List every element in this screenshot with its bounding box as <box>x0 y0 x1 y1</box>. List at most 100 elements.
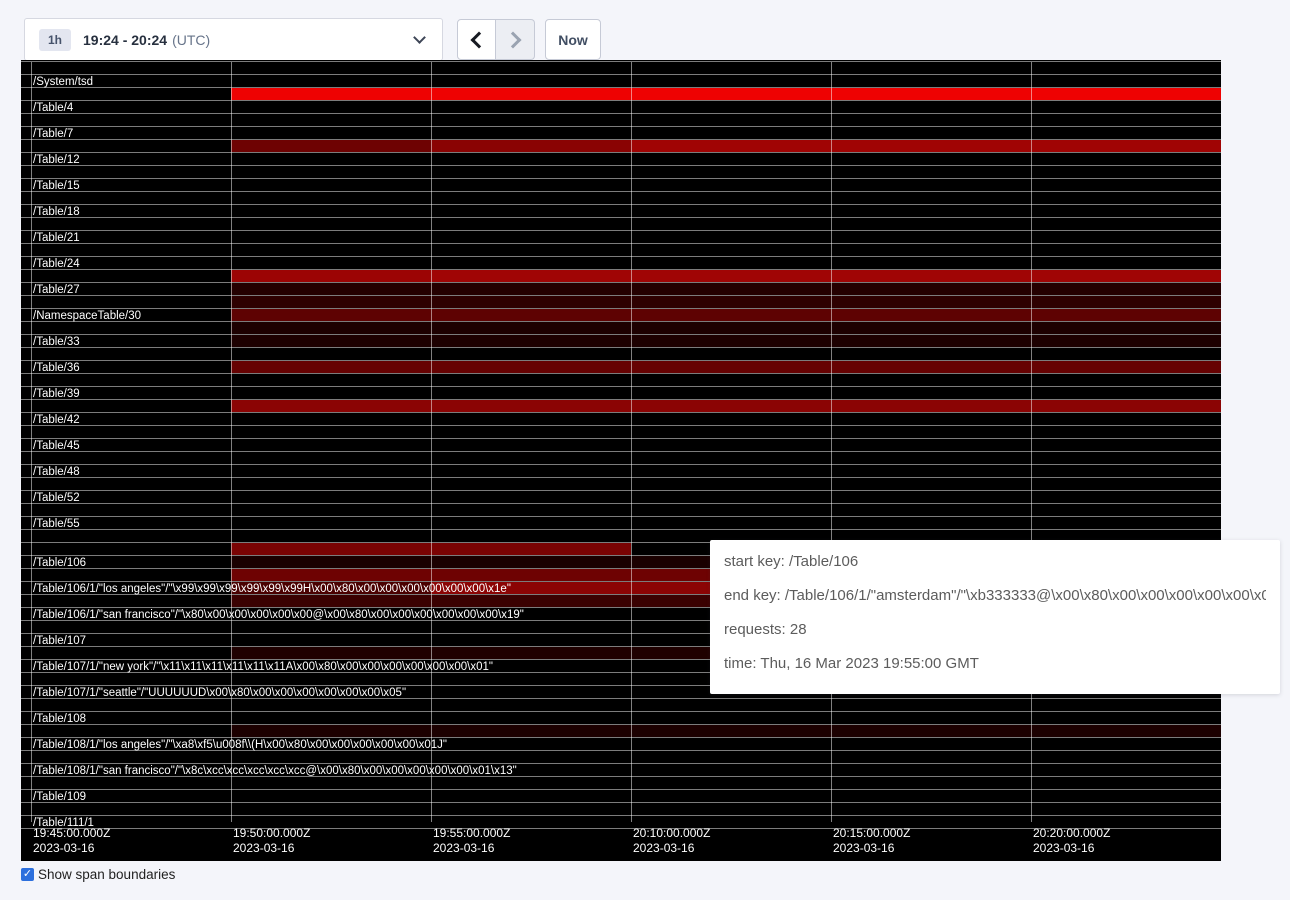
heatmap-row[interactable]: /Table/108 <box>21 712 1221 725</box>
heatmap-cell[interactable] <box>631 725 831 737</box>
heatmap-row[interactable]: /Table/21 <box>21 231 1221 244</box>
heatmap-cell[interactable] <box>1031 335 1221 347</box>
heatmap-cell[interactable] <box>1031 283 1221 295</box>
heatmap-cell[interactable] <box>231 556 431 568</box>
heatmap-row[interactable]: /Table/27 <box>21 283 1221 296</box>
heatmap-cell[interactable] <box>231 283 431 295</box>
heatmap-cell[interactable] <box>431 556 631 568</box>
heatmap-cell[interactable] <box>231 725 431 737</box>
heatmap-cell[interactable] <box>431 725 631 737</box>
heatmap-cell[interactable] <box>831 400 1031 412</box>
heatmap-cell[interactable] <box>831 361 1031 373</box>
heatmap-cell[interactable] <box>231 140 431 152</box>
heatmap-cell[interactable] <box>1031 725 1221 737</box>
heatmap-cell[interactable] <box>831 283 1031 295</box>
heatmap-cell[interactable] <box>631 335 831 347</box>
heatmap-row[interactable] <box>21 296 1221 309</box>
heatmap-cell[interactable] <box>431 361 631 373</box>
heatmap-cell[interactable] <box>631 140 831 152</box>
heatmap-row[interactable]: /Table/36 <box>21 361 1221 374</box>
heatmap-cell[interactable] <box>231 543 431 555</box>
show-span-boundaries-toggle[interactable]: ✓ Show span boundaries <box>21 867 175 882</box>
heatmap-row[interactable] <box>21 504 1221 517</box>
checkbox-checked-icon[interactable]: ✓ <box>21 868 34 881</box>
heatmap-row[interactable] <box>21 777 1221 790</box>
heatmap-cell[interactable] <box>431 140 631 152</box>
heatmap-cell[interactable] <box>431 335 631 347</box>
key-visualizer-canvas[interactable]: /System/tsd/Table/4/Table/7/Table/12/Tab… <box>21 60 1221 861</box>
heatmap-cell[interactable] <box>831 140 1031 152</box>
heatmap-cell[interactable] <box>231 270 431 282</box>
heatmap-row[interactable] <box>21 374 1221 387</box>
heatmap-row[interactable]: /Table/109 <box>21 790 1221 803</box>
heatmap-row[interactable]: /Table/42 <box>21 413 1221 426</box>
heatmap-row[interactable] <box>21 348 1221 361</box>
heatmap-cell[interactable] <box>631 88 831 100</box>
heatmap-row[interactable]: /Table/52 <box>21 491 1221 504</box>
heatmap-cell[interactable] <box>431 309 631 321</box>
heatmap-row[interactable] <box>21 140 1221 153</box>
heatmap-cell[interactable] <box>231 88 431 100</box>
heatmap-cell[interactable] <box>1031 296 1221 308</box>
heatmap-row[interactable] <box>21 62 1221 75</box>
heatmap-cell[interactable] <box>831 335 1031 347</box>
heatmap-cell[interactable] <box>831 270 1031 282</box>
heatmap-cell[interactable] <box>631 309 831 321</box>
heatmap-cell[interactable] <box>231 569 431 581</box>
heatmap-cell[interactable] <box>831 296 1031 308</box>
now-button[interactable]: Now <box>545 19 601 60</box>
heatmap-cell[interactable] <box>431 270 631 282</box>
heatmap-cell[interactable] <box>631 270 831 282</box>
heatmap-cell[interactable] <box>831 322 1031 334</box>
heatmap-cell[interactable] <box>231 595 431 607</box>
heatmap-cell[interactable] <box>431 400 631 412</box>
heatmap-cell[interactable] <box>231 647 431 659</box>
heatmap-cell[interactable] <box>631 283 831 295</box>
heatmap-cell[interactable] <box>1031 88 1221 100</box>
previous-interval-button[interactable] <box>457 19 496 60</box>
next-interval-button-disabled[interactable] <box>496 19 535 60</box>
heatmap-cell[interactable] <box>431 569 631 581</box>
heatmap-row[interactable] <box>21 400 1221 413</box>
heatmap-row[interactable] <box>21 452 1221 465</box>
heatmap-cell[interactable] <box>231 335 431 347</box>
heatmap-row[interactable] <box>21 192 1221 205</box>
heatmap-row[interactable]: /Table/4 <box>21 101 1221 114</box>
heatmap-row[interactable]: /Table/39 <box>21 387 1221 400</box>
heatmap-row[interactable]: /Table/18 <box>21 205 1221 218</box>
heatmap-cell[interactable] <box>431 88 631 100</box>
heatmap-row[interactable]: /Table/7 <box>21 127 1221 140</box>
heatmap-row[interactable] <box>21 270 1221 283</box>
heatmap-row[interactable] <box>21 478 1221 491</box>
heatmap-cell[interactable] <box>631 361 831 373</box>
heatmap-cell[interactable] <box>231 309 431 321</box>
heatmap-cell[interactable] <box>1031 140 1221 152</box>
heatmap-cell[interactable] <box>231 361 431 373</box>
heatmap-row[interactable] <box>21 426 1221 439</box>
heatmap-row[interactable]: /Table/12 <box>21 153 1221 166</box>
heatmap-row[interactable] <box>21 88 1221 101</box>
heatmap-cell[interactable] <box>631 322 831 334</box>
heatmap-cell[interactable] <box>431 283 631 295</box>
heatmap-row[interactable]: /Table/33 <box>21 335 1221 348</box>
heatmap-cell[interactable] <box>231 296 431 308</box>
heatmap-row[interactable]: /Table/45 <box>21 439 1221 452</box>
heatmap-row[interactable] <box>21 114 1221 127</box>
heatmap-row[interactable]: /Table/108/1/"los angeles"/"\xa8\xf5\u00… <box>21 738 1221 751</box>
heatmap-cell[interactable] <box>631 400 831 412</box>
heatmap-cell[interactable] <box>431 647 631 659</box>
heatmap-row[interactable] <box>21 803 1221 816</box>
heatmap-row[interactable] <box>21 322 1221 335</box>
heatmap-row[interactable] <box>21 699 1221 712</box>
heatmap-row[interactable]: /Table/15 <box>21 179 1221 192</box>
heatmap-row[interactable] <box>21 751 1221 764</box>
heatmap-cell[interactable] <box>431 296 631 308</box>
heatmap-cell[interactable] <box>1031 400 1221 412</box>
heatmap-row[interactable]: /NamespaceTable/30 <box>21 309 1221 322</box>
heatmap-row[interactable] <box>21 244 1221 257</box>
heatmap-cell[interactable] <box>431 543 631 555</box>
heatmap-cell[interactable] <box>1031 309 1221 321</box>
heatmap-row[interactable]: /Table/55 <box>21 517 1221 530</box>
heatmap-cell[interactable] <box>1031 361 1221 373</box>
heatmap-cell[interactable] <box>231 400 431 412</box>
